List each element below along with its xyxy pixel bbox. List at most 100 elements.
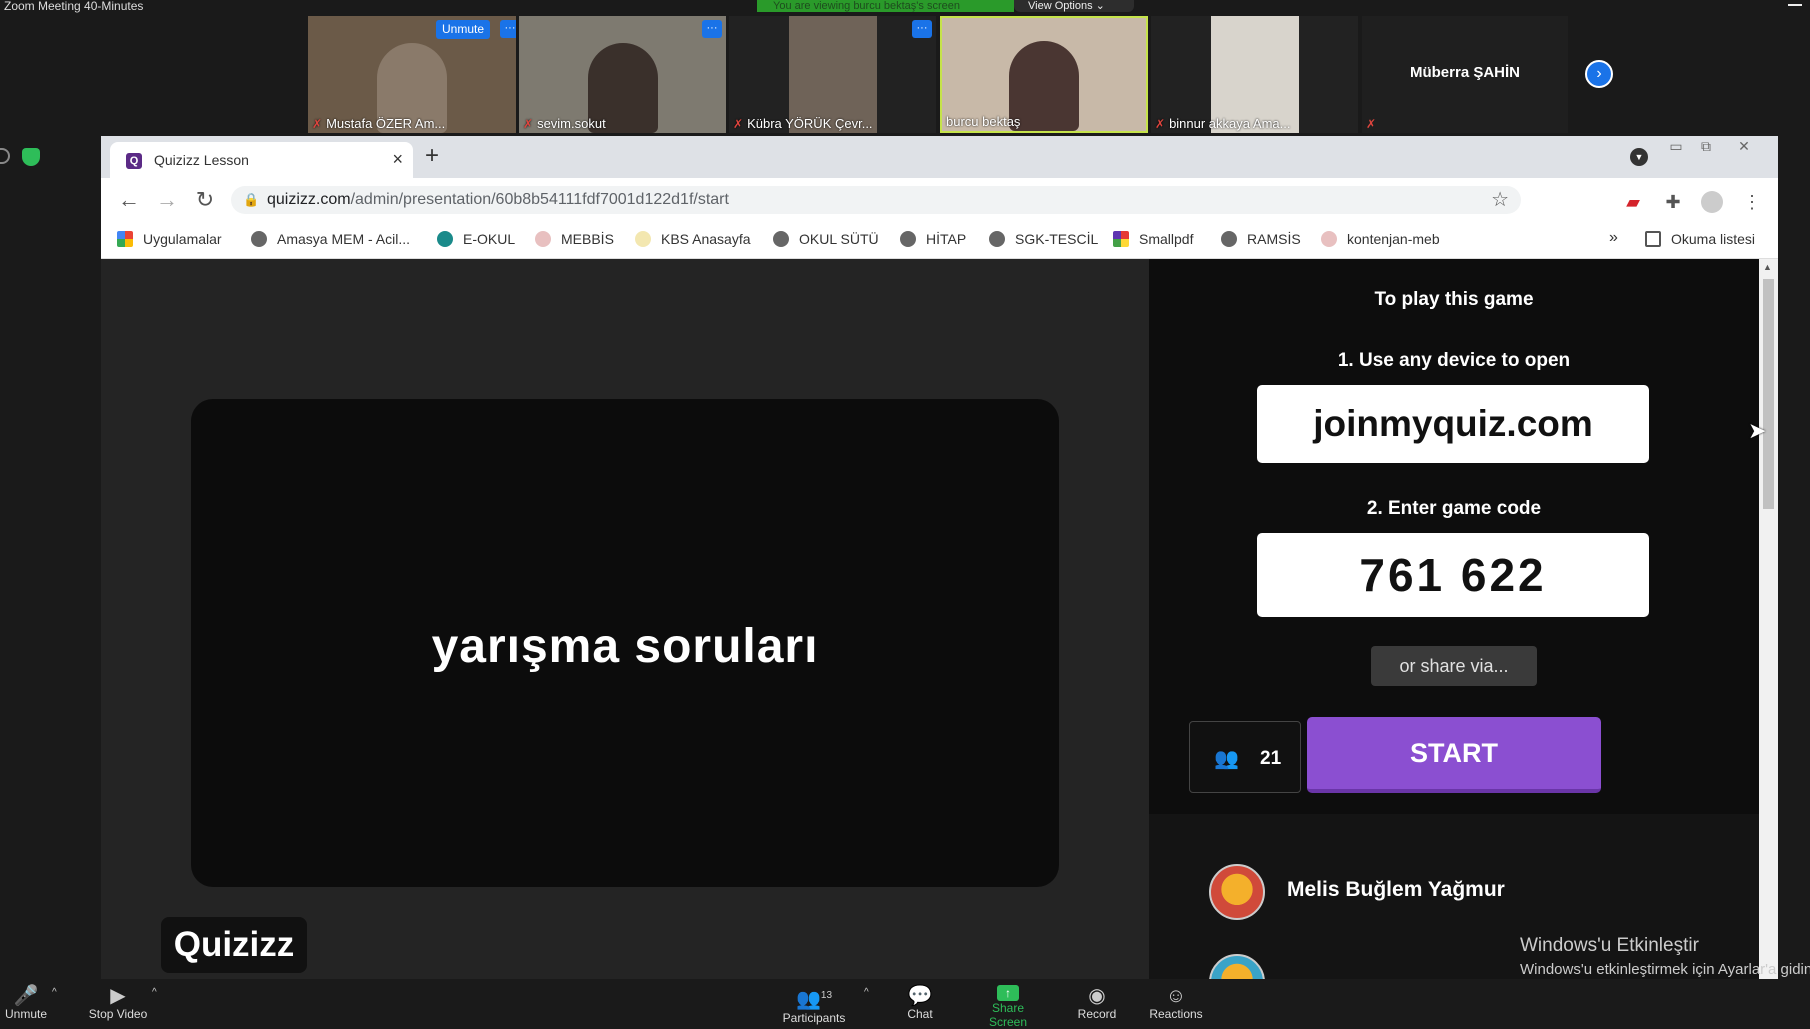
- bookmark-item[interactable]: RAMSİS: [1221, 231, 1301, 247]
- tab-strip: Q Quizizz Lesson × + ▼ ▭ ⧉ ✕: [101, 136, 1778, 178]
- more-options-button[interactable]: ···: [702, 20, 722, 38]
- unmute-button[interactable]: 🎤 Unmute: [4, 985, 48, 1021]
- tab-search-icon[interactable]: ▼: [1630, 148, 1648, 166]
- participant-name: ✗ binnur akkaya Ama...: [1155, 116, 1291, 131]
- info-icon[interactable]: [0, 148, 10, 164]
- active-speaker-tile[interactable]: burcu bektaş: [940, 16, 1148, 133]
- participant-name: ✗ Mustafa ÖZER Am...: [312, 116, 446, 131]
- share-via-button[interactable]: or share via...: [1371, 646, 1537, 686]
- unmute-label: Unmute: [4, 1007, 48, 1021]
- participant-tile[interactable]: ··· ✗ sevim.sokut: [519, 16, 726, 133]
- reload-icon[interactable]: ↻: [191, 186, 219, 214]
- lock-icon[interactable]: 🔒: [243, 186, 259, 214]
- reading-list-button[interactable]: Okuma listesi: [1645, 231, 1755, 247]
- bookmark-item[interactable]: SGK-TESCİL: [989, 231, 1098, 247]
- scrollbar-thumb[interactable]: [1763, 279, 1774, 509]
- bookmarks-bar: Uygulamalar Amasya MEM - Acil... E-OKUL …: [101, 222, 1778, 259]
- bookmark-item[interactable]: kontenjan-meb: [1321, 231, 1440, 247]
- globe-icon: [989, 231, 1005, 247]
- participant-tile[interactable]: ✗ binnur akkaya Ama...: [1151, 16, 1358, 133]
- close-tab-icon[interactable]: ×: [392, 149, 403, 170]
- player-avatar: [1209, 864, 1265, 920]
- record-button[interactable]: ◉ Record: [1076, 985, 1118, 1021]
- reactions-button[interactable]: ☺ Reactions: [1148, 985, 1204, 1021]
- profile-avatar-icon[interactable]: [1701, 191, 1723, 213]
- apps-grid-icon: [117, 231, 133, 247]
- participant-name: ✗ sevim.sokut: [523, 116, 606, 131]
- muted-mic-icon: ✗: [1155, 117, 1166, 131]
- muted-mic-icon: ✗: [523, 117, 534, 131]
- security-shield-icon[interactable]: [22, 148, 40, 166]
- adobe-pdf-extension-icon[interactable]: ▰: [1622, 191, 1644, 213]
- minimize-icon[interactable]: [1788, 4, 1802, 6]
- globe-icon: [900, 231, 916, 247]
- player-count: 21: [1260, 748, 1282, 769]
- share-screen-icon: ↑: [997, 985, 1019, 1001]
- caret-up-icon: ^: [864, 987, 869, 998]
- step-1-text: 1. Use any device to open: [1337, 350, 1571, 371]
- window-restore-icon[interactable]: ⧉: [1692, 136, 1720, 158]
- record-label: Record: [1077, 1007, 1117, 1021]
- more-options-button[interactable]: ···: [912, 20, 932, 38]
- record-icon: ◉: [1088, 985, 1106, 1007]
- step-2-text: 2. Enter game code: [1366, 498, 1542, 519]
- participant-name: burcu bektaş: [946, 114, 1021, 129]
- reading-list-icon: [1645, 231, 1661, 247]
- quizizz-logo: Quizizz: [161, 917, 307, 973]
- window-close-icon[interactable]: ✕: [1730, 136, 1758, 158]
- eokul-icon: [437, 231, 453, 247]
- page-scrollbar[interactable]: ▲: [1759, 259, 1778, 979]
- more-bookmarks-button[interactable]: »: [1609, 229, 1618, 247]
- participants-button[interactable]: 👥13 Participants: [782, 985, 846, 1025]
- zoom-meeting-toolbar: 🎤 Unmute ^ ▶ Stop Video ^ 👥13 Participan…: [0, 979, 1810, 1029]
- watermark-line-1: Windows'u Etkinleştir: [1520, 935, 1699, 956]
- forward-icon[interactable]: →: [153, 186, 181, 214]
- unmute-participant-button[interactable]: Unmute: [436, 20, 491, 39]
- new-tab-icon[interactable]: +: [425, 142, 439, 170]
- meb-icon: [1321, 231, 1337, 247]
- back-icon[interactable]: ←: [115, 186, 143, 214]
- slide-title: yarışma soruları: [431, 620, 819, 673]
- url-text: quizizz.com/admin/presentation/60b8b5411…: [267, 191, 729, 208]
- share-screen-button[interactable]: ↑ Share Screen: [972, 985, 1044, 1029]
- join-url-box[interactable]: joinmyquiz.com: [1257, 385, 1649, 463]
- window-minimize-icon[interactable]: ▭: [1662, 136, 1690, 158]
- start-button[interactable]: START: [1307, 717, 1601, 793]
- game-code-box[interactable]: 761 622: [1257, 533, 1649, 617]
- bookmark-item[interactable]: MEBBİS: [535, 231, 614, 247]
- participant-tile-no-video[interactable]: Müberra ŞAHİN ✗: [1362, 16, 1568, 133]
- participant-tile[interactable]: ··· ✗ Kübra YÖRÜK Çevr...: [729, 16, 936, 133]
- bookmark-item[interactable]: KBS Anasayfa: [635, 231, 751, 247]
- muted-mic-icon: 🎤: [13, 985, 39, 1007]
- stop-video-label: Stop Video: [88, 1007, 148, 1021]
- stop-video-button[interactable]: ▶ Stop Video: [86, 985, 150, 1021]
- bookmark-item[interactable]: Amasya MEM - Acil...: [251, 231, 410, 247]
- share-screen-label: Share Screen: [988, 1001, 1028, 1029]
- view-options-button[interactable]: View Options ⌄: [1014, 0, 1134, 12]
- more-options-button[interactable]: ···: [500, 20, 516, 38]
- chat-label: Chat: [907, 1007, 933, 1021]
- chrome-menu-icon[interactable]: ⋮: [1741, 191, 1763, 213]
- reactions-label: Reactions: [1149, 1007, 1203, 1021]
- chat-button[interactable]: 💬 Chat: [904, 985, 936, 1021]
- bookmark-star-icon[interactable]: ☆: [1491, 186, 1509, 214]
- players-group-icon: 👥: [1214, 748, 1239, 770]
- address-bar[interactable]: 🔒 quizizz.com/admin/presentation/60b8b54…: [231, 186, 1521, 214]
- bookmark-item[interactable]: Smallpdf: [1113, 231, 1193, 247]
- bookmark-item[interactable]: HİTAP: [900, 231, 966, 247]
- bookmark-item[interactable]: OKUL SÜTÜ: [773, 231, 879, 247]
- slide: yarışma soruları: [191, 399, 1059, 887]
- mouse-cursor-icon: ➤: [1748, 418, 1767, 443]
- next-page-icon[interactable]: ›: [1585, 60, 1613, 88]
- browser-tab[interactable]: Q Quizizz Lesson ×: [110, 142, 413, 178]
- extensions-puzzle-icon[interactable]: ✚: [1662, 191, 1684, 213]
- bookmark-item[interactable]: E-OKUL: [437, 231, 515, 247]
- player-avatar: [1209, 954, 1265, 979]
- participant-tile[interactable]: Unmute ··· ✗ Mustafa ÖZER Am...: [308, 16, 516, 133]
- instructions-heading: To play this game: [1374, 289, 1534, 310]
- chat-bubble-icon: 💬: [907, 985, 933, 1007]
- bookmark-apps[interactable]: Uygulamalar: [117, 231, 222, 247]
- scroll-up-icon[interactable]: ▲: [1763, 262, 1772, 272]
- caret-up-icon: ^: [52, 987, 57, 998]
- muted-mic-icon: ✗: [1366, 117, 1377, 131]
